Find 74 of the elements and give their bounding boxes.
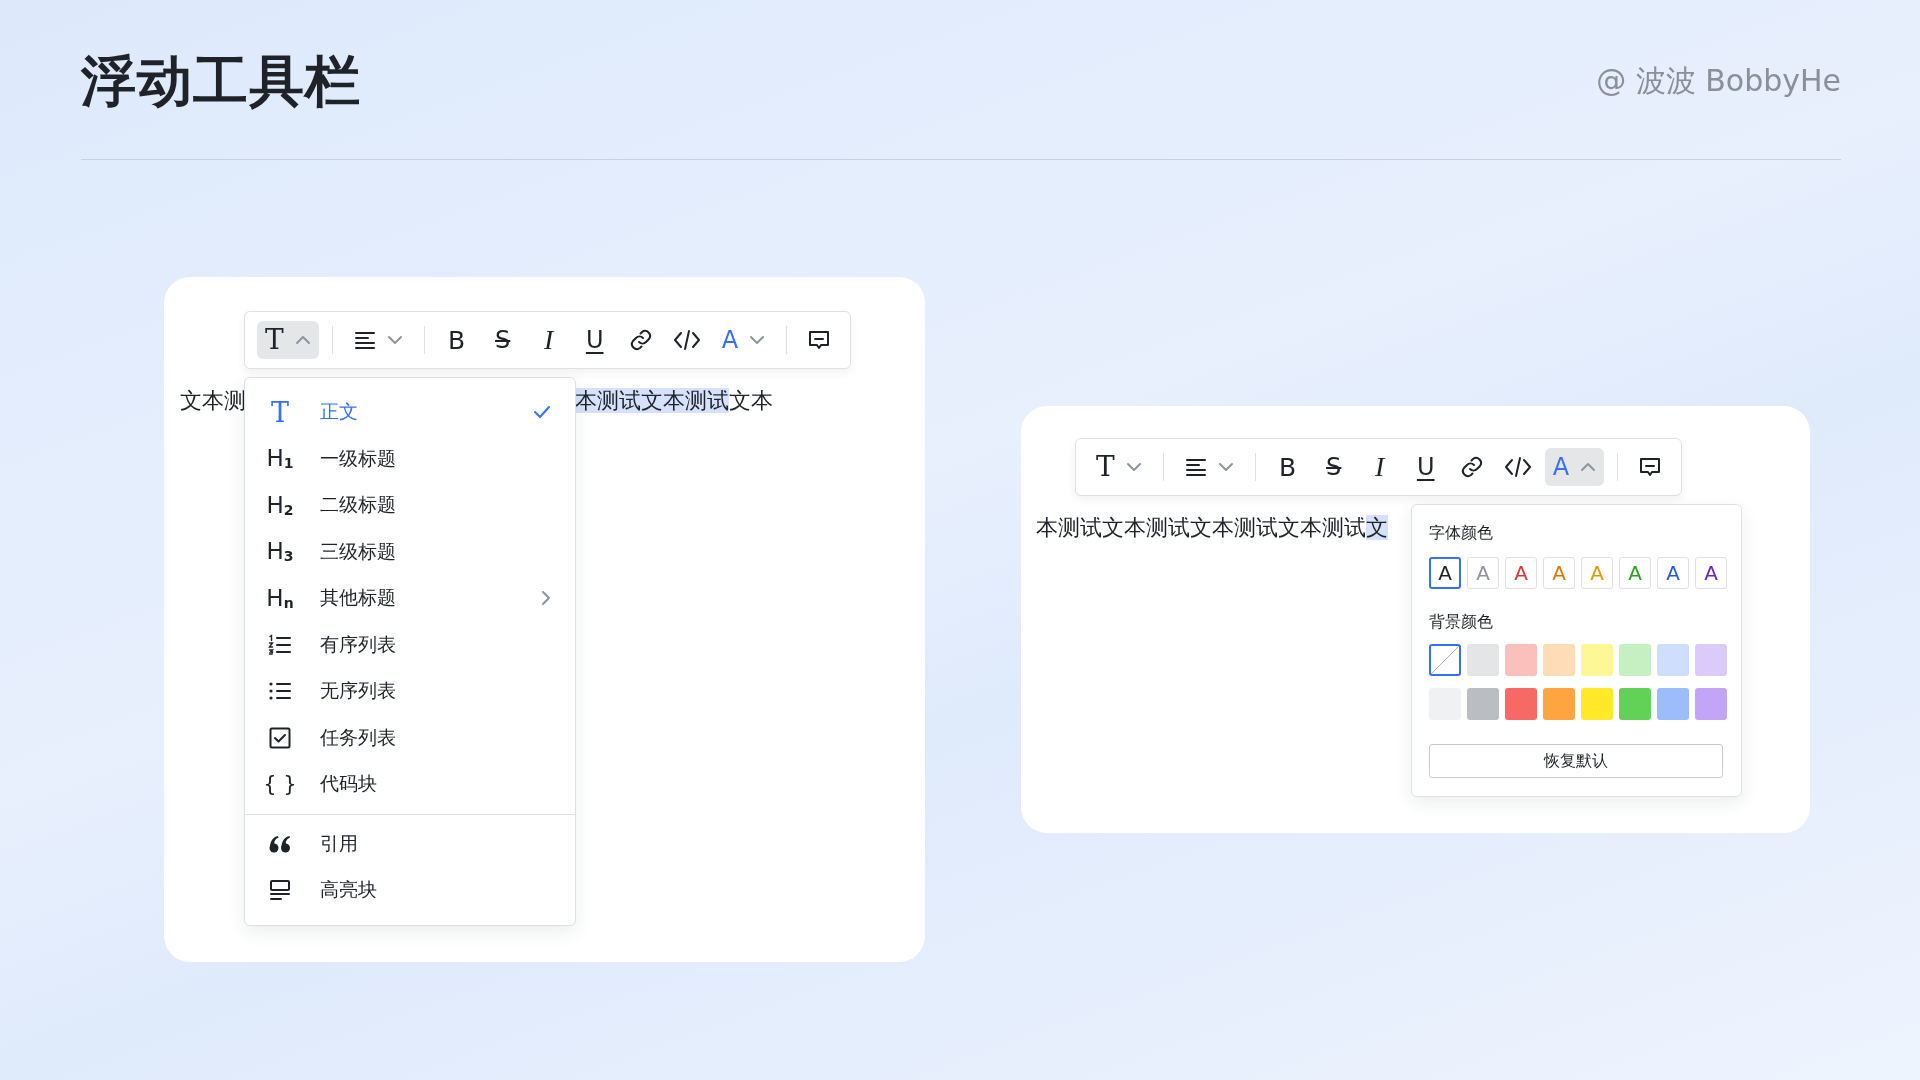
comment-icon [807, 329, 832, 351]
chevron-down-icon [749, 335, 766, 345]
no-color-swatch[interactable] [1429, 644, 1461, 676]
menu-item[interactable]: H$_{1}$ 一级标题 [245, 435, 575, 482]
page-title: 浮动工具栏 [81, 47, 361, 115]
author-credit: @ 波波 BobbyHe [1596, 62, 1841, 100]
background-color-swatch[interactable] [1467, 644, 1499, 676]
font-color-swatch[interactable]: A [1505, 557, 1537, 589]
background-color-swatch[interactable] [1467, 688, 1499, 720]
italic-button[interactable]: I [1360, 448, 1399, 486]
font-color-swatch[interactable]: A [1657, 557, 1689, 589]
menu-item[interactable]: H$_{3}$ 三级标题 [245, 528, 575, 575]
italic-button[interactable]: I [529, 321, 568, 359]
chevron-down-icon [1125, 462, 1142, 472]
chevron-down-icon [386, 335, 403, 345]
background-color-swatch[interactable] [1543, 644, 1575, 676]
bold-button[interactable]: B [1268, 448, 1307, 486]
background-color-swatch[interactable] [1619, 688, 1651, 720]
font-color-swatch[interactable]: A [1695, 557, 1727, 589]
block-type-glyph: T [271, 398, 289, 426]
checkbox-icon [269, 726, 291, 749]
checkmark-icon [533, 405, 551, 420]
font-color-label: 字体颜色 [1429, 523, 1494, 543]
menu-item[interactable]: 任务列表 [245, 714, 575, 761]
menu-item[interactable]: 引用 [245, 820, 575, 867]
background-color-swatch[interactable] [1657, 688, 1689, 720]
block-type-glyph: H$_{2}$ [266, 493, 294, 517]
comment-icon [1638, 456, 1663, 478]
font-color-button[interactable]: A [713, 321, 774, 359]
text-style-button[interactable]: T [1088, 448, 1150, 486]
body-text: 本测试文本测试文本测试文本测试文 [1036, 514, 1388, 542]
menu-item[interactable]: H$_{n}$ 其他标题 [245, 575, 575, 622]
background-color-swatch[interactable] [1505, 644, 1537, 676]
underline-button[interactable]: U [575, 321, 614, 359]
numbered-list-icon [268, 633, 292, 656]
background-color-swatch[interactable] [1543, 688, 1575, 720]
quote-icon [268, 833, 292, 854]
background-color-swatch[interactable] [1581, 644, 1613, 676]
background-color-swatch[interactable] [1619, 644, 1651, 676]
reset-default-button[interactable]: 恢复默认 [1429, 744, 1723, 778]
link-icon [628, 328, 653, 352]
font-color-swatch[interactable]: A [1429, 557, 1461, 589]
link-icon [1459, 455, 1484, 479]
underline-button[interactable]: U [1406, 448, 1445, 486]
text-style-button[interactable]: T [257, 321, 319, 359]
align-left-icon [1184, 457, 1207, 477]
background-color-swatch[interactable] [1695, 688, 1727, 720]
chevron-up-icon [294, 335, 311, 345]
strikethrough-button[interactable]: S [1314, 448, 1353, 486]
align-left-icon [353, 330, 376, 350]
code-icon [672, 328, 701, 352]
menu-item[interactable]: 无序列表 [245, 668, 575, 715]
chevron-down-icon [1217, 462, 1234, 472]
background-color-label: 背景颜色 [1429, 612, 1494, 632]
menu-item[interactable]: 有序列表 [245, 621, 575, 668]
strikethrough-button[interactable]: S [483, 321, 522, 359]
bold-button[interactable]: B [437, 321, 476, 359]
body-text: 文本测 [180, 387, 246, 415]
block-type-glyph: H$_{1}$ [266, 447, 294, 471]
menu-item[interactable]: 高亮块 [245, 867, 575, 914]
background-color-swatch[interactable] [1695, 644, 1727, 676]
block-type-glyph: H$_{3}$ [266, 540, 294, 564]
code-icon [1503, 455, 1532, 479]
menu-item[interactable]: H$_{2}$ 二级标题 [245, 482, 575, 529]
chevron-up-icon [1580, 462, 1597, 472]
menu-item[interactable]: T 正文 [245, 389, 575, 436]
menu-item[interactable]: { } 代码块 [245, 761, 575, 808]
block-type-glyph: H$_{n}$ [266, 586, 294, 610]
background-color-swatch[interactable] [1657, 644, 1689, 676]
highlight-block-icon [269, 879, 291, 902]
background-color-swatch[interactable] [1505, 688, 1537, 720]
block-type-glyph: { } [263, 773, 297, 795]
body-text: 本测试文本测试文本 [575, 387, 773, 415]
background-color-swatch[interactable] [1581, 688, 1613, 720]
